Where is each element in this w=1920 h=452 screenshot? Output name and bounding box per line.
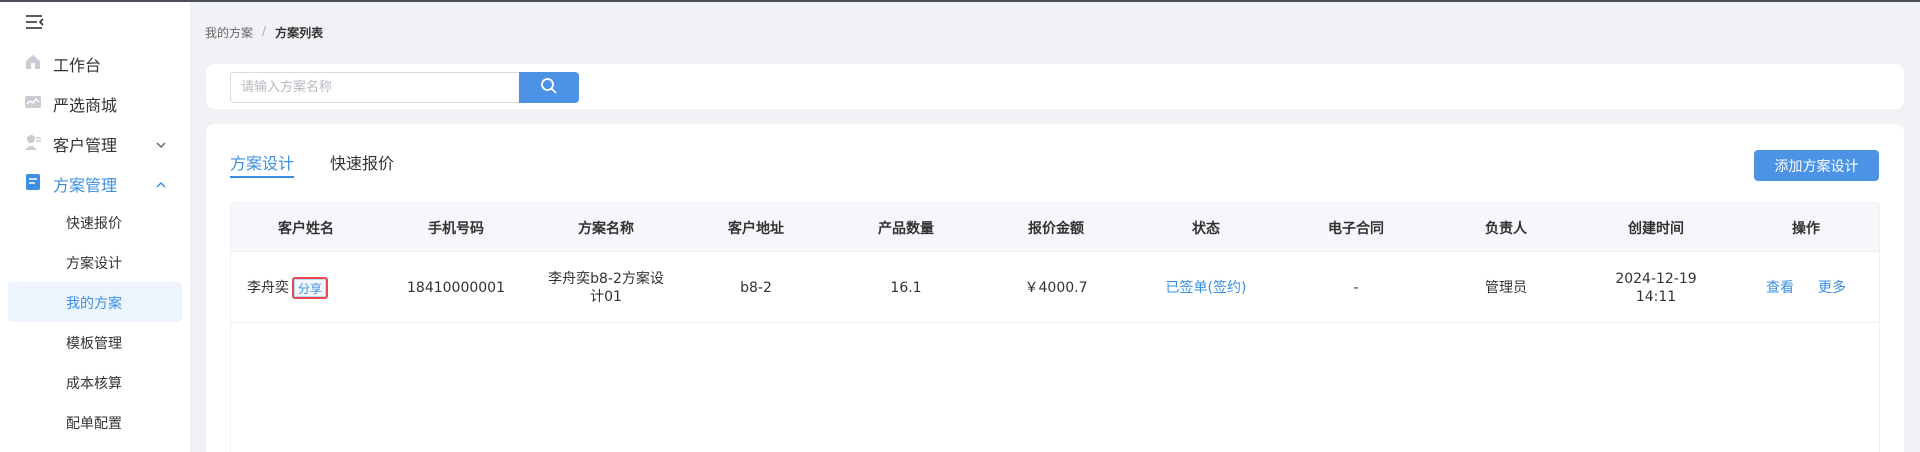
search-input[interactable] [230,72,526,103]
column-header: 方案名称 [578,220,634,237]
created-time: 14:11 [1635,288,1677,305]
document-icon [24,173,42,191]
tab-plan-design[interactable]: 方案设计 [230,150,294,174]
sidebar-subitem-plan-design[interactable]: 方案设计 [0,242,190,282]
owner-cell: 管理员 [1485,279,1527,296]
more-link[interactable]: 更多 [1818,279,1846,297]
sidebar-item-mall[interactable]: 严选商城 [0,82,190,122]
search-icon [540,77,558,99]
contract-cell: - [1353,279,1359,296]
column-header: 手机号码 [428,220,484,237]
home-icon [24,53,42,71]
column-header: 操作 [1792,220,1820,237]
column-header: 产品数量 [878,220,934,237]
table-header: 客户姓名 手机号码 方案名称 客户地址 产品数量 报价金额 状态 电子合同 负责… [231,203,1879,252]
tab-quick-quote[interactable]: 快速报价 [330,150,394,174]
chevron-up-icon [155,176,167,188]
search-button[interactable] [519,72,579,103]
column-header: 状态 [1192,220,1220,237]
created-time-cell: 2024-12-19 14:11 [1581,252,1731,323]
plan-table: 客户姓名 手机号码 方案名称 客户地址 产品数量 报价金额 状态 电子合同 负责… [230,202,1880,452]
phone-cell: 18410000001 [407,279,505,296]
menu-fold-icon[interactable] [24,12,46,32]
column-header: 负责人 [1485,220,1527,237]
sidebar-item-customers[interactable]: 客户管理 [0,122,190,162]
breadcrumb-parent[interactable]: 我的方案 [205,24,253,41]
sidebar-subitem-cost-accounting[interactable]: 成本核算 [0,362,190,402]
quantity-cell: 16.1 [890,279,922,296]
chevron-down-icon [155,136,167,149]
column-header: 客户地址 [728,220,784,237]
amount-cell: ￥4000.7 [1024,279,1088,296]
address-cell: b8-2 [740,279,772,296]
created-date: 2024-12-19 [1615,270,1697,287]
sidebar-subitem-order-config[interactable]: 配单配置 [0,402,190,442]
sidebar-item-workbench[interactable]: 工作台 [0,42,190,82]
tab-active-indicator [230,176,294,178]
shop-icon [24,93,42,111]
customer-name-cell: 李舟奕 分享 [231,252,381,323]
sidebar-subitem-label: 成本核算 [66,376,122,392]
column-header: 报价金额 [1028,220,1084,237]
share-button[interactable]: 分享 [292,276,329,299]
sidebar-subitem-quick-quote[interactable]: 快速报价 [0,202,190,242]
breadcrumb-separator: / [262,24,267,38]
user-icon [24,133,42,151]
sidebar-item-label: 严选商城 [53,96,118,115]
table-row: 李舟奕 分享 18410000001 李舟奕b8-2方案设计01 b8-2 16… [231,252,1879,323]
search-card [206,64,1904,109]
sidebar-item-label: 客户管理 [53,136,118,155]
column-header: 电子合同 [1328,220,1384,237]
column-header: 客户姓名 [278,220,334,237]
top-border [0,0,1920,2]
plan-list-card: 方案设计 快速报价 添加方案设计 客户姓名 手机号码 方案名称 客户地址 产品数… [206,124,1904,452]
actions-cell: 查看 更多 [1731,252,1881,323]
sidebar: 工作台 严选商城 客户管理 方案管理 快速报价 方案设计 我的方案 模板管理 成… [0,2,190,452]
customer-name: 李舟奕 [247,279,289,296]
sidebar-subitem-label: 我的方案 [66,296,122,312]
sidebar-item-plans[interactable]: 方案管理 [0,162,190,202]
sidebar-subitem-my-plans[interactable]: 我的方案 [8,282,182,322]
app-root: 工作台 严选商城 客户管理 方案管理 快速报价 方案设计 我的方案 模板管理 成… [0,0,1920,452]
column-header: 创建时间 [1628,220,1684,237]
sidebar-subitem-label: 快速报价 [66,216,122,232]
view-link[interactable]: 查看 [1766,279,1794,297]
sidebar-subitem-templates[interactable]: 模板管理 [0,322,190,362]
sidebar-item-label: 方案管理 [53,176,118,195]
breadcrumb: 我的方案 / 方案列表 [205,24,323,41]
plan-name-cell: 李舟奕b8-2方案设计01 [548,270,664,305]
breadcrumb-current: 方案列表 [275,26,324,40]
sidebar-subitem-label: 配单配置 [66,416,122,432]
sidebar-item-label: 工作台 [53,56,102,75]
status-link[interactable]: 已签单(签约) [1131,252,1281,323]
sidebar-subitem-label: 方案设计 [66,256,122,272]
sidebar-subitem-label: 模板管理 [66,336,122,352]
add-plan-design-button[interactable]: 添加方案设计 [1754,150,1879,181]
